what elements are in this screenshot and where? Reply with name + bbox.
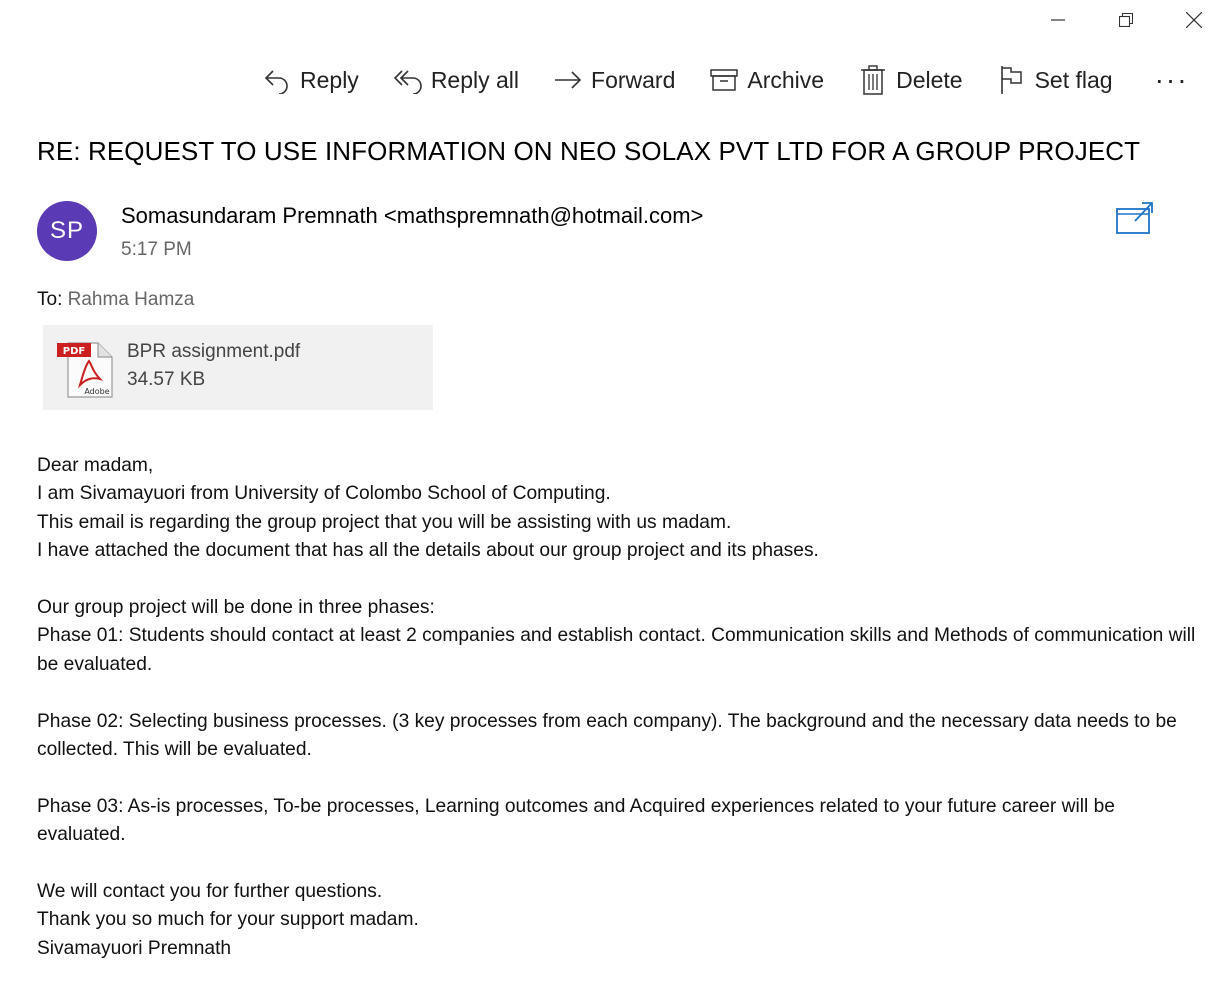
forward-button[interactable]: Forward [553, 58, 675, 102]
attachment-card[interactable]: PDF Adobe BPR assignment.pdf 34.57 KB [43, 325, 433, 410]
window-controls [1024, 0, 1228, 40]
set-flag-button[interactable]: Set flag [997, 58, 1113, 102]
restore-button[interactable] [1092, 0, 1160, 40]
restore-icon [1119, 13, 1133, 27]
attachment-filesize: 34.57 KB [127, 369, 206, 390]
reply-all-icon [393, 65, 423, 95]
archive-button[interactable]: Archive [709, 58, 824, 102]
pdf-file-icon: PDF Adobe [56, 341, 114, 399]
body-line: Our group project will be done in three … [37, 597, 435, 619]
body-line: I have attached the document that has al… [37, 540, 819, 562]
message-toolbar: Reply Reply all Forward Archive Delete S… [262, 58, 1189, 102]
archive-icon [709, 65, 739, 95]
body-line: Phase 01: Students should contact at lea… [37, 625, 1196, 675]
minimize-icon [1051, 19, 1065, 21]
delete-button[interactable]: Delete [858, 58, 963, 102]
to-label: To: [37, 289, 63, 310]
open-in-new-window-button[interactable] [1115, 201, 1155, 237]
reply-label: Reply [300, 66, 359, 93]
pdf-badge-text: PDF [63, 346, 85, 357]
body-line: Dear madam, [37, 455, 154, 476]
body-line: Phase 02: Selecting business processes. … [37, 710, 1177, 761]
recipients-line: To: Rahma Hamza [37, 289, 194, 311]
body-line: Phase 03: As-is processes, To-be process… [37, 795, 1115, 846]
message-time: 5:17 PM [121, 239, 192, 260]
forward-label: Forward [591, 66, 676, 93]
more-options-button[interactable]: ··· [1155, 66, 1189, 94]
reply-all-label: Reply all [430, 66, 520, 93]
adobe-label-text: Adobe [84, 387, 109, 396]
trash-icon [858, 65, 888, 95]
recipient-name[interactable]: Rahma Hamza [68, 289, 195, 310]
body-line: I am Sivamayuori from University of Colo… [37, 483, 611, 505]
reply-icon [262, 65, 292, 95]
close-icon [1186, 12, 1202, 28]
body-line: Sivamayuori Premnath [37, 937, 232, 959]
reply-button[interactable]: Reply [262, 58, 359, 102]
close-button[interactable] [1160, 0, 1228, 40]
avatar: SP [37, 201, 97, 261]
sender-name[interactable]: Somasundaram Premnath <mathspremnath@hot… [121, 203, 703, 229]
attachment-filename: BPR assignment.pdf [127, 341, 301, 362]
popout-icon [1116, 202, 1153, 234]
reply-all-button[interactable]: Reply all [393, 58, 519, 102]
flag-icon [997, 65, 1027, 95]
set-flag-label: Set flag [1034, 66, 1113, 93]
message-subject: RE: REQUEST TO USE INFORMATION ON NEO SO… [37, 136, 1141, 166]
message-body: Dear madam, I am Sivamayuori from Univer… [37, 452, 1197, 963]
forward-arrow-icon [553, 65, 583, 95]
delete-label: Delete [896, 66, 963, 93]
body-line: This email is regarding the group projec… [37, 511, 732, 533]
minimize-button[interactable] [1024, 0, 1092, 40]
archive-label: Archive [747, 66, 825, 93]
body-line: Thank you so much for your support madam… [37, 909, 419, 931]
body-line: We will contact you for further question… [37, 881, 383, 903]
